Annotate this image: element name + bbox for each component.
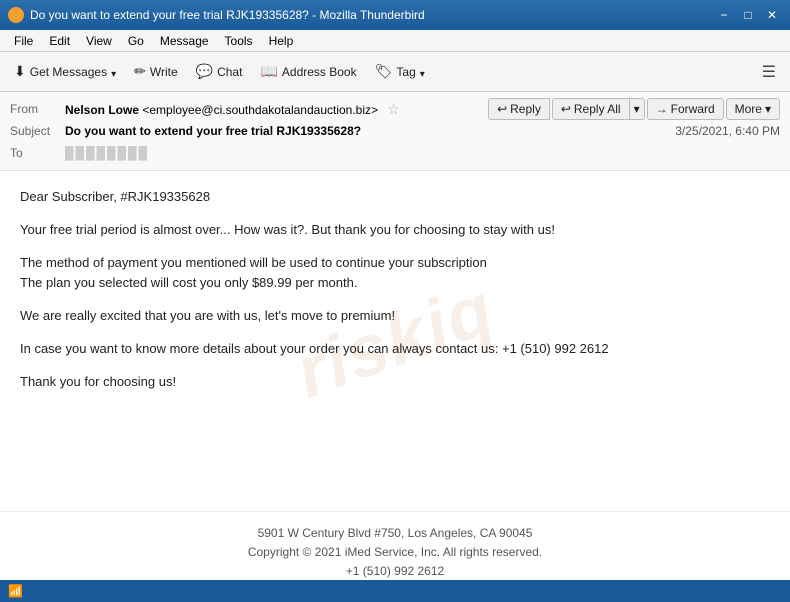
to-row: To ████████ xyxy=(10,142,780,164)
more-label: More xyxy=(735,102,762,116)
hamburger-menu-button[interactable]: ☰ xyxy=(754,58,784,86)
write-label: Write xyxy=(150,65,178,79)
star-icon[interactable]: ☆ xyxy=(387,101,400,117)
window-controls: − □ ✕ xyxy=(714,5,782,25)
email-line3: The plan you selected will cost you only… xyxy=(20,275,357,290)
tag-icon: 🏷 xyxy=(375,63,393,80)
forward-icon: → xyxy=(656,102,668,116)
email-header: From Nelson Lowe <employee@ci.southdakot… xyxy=(0,92,790,171)
to-label: To xyxy=(10,146,65,160)
chat-button[interactable]: 💬 Chat xyxy=(188,59,251,84)
email-actions: ↩ Reply ↩ Reply All ▾ → Forward More xyxy=(488,98,780,120)
reply-all-dropdown-button[interactable]: ▾ xyxy=(630,98,645,120)
email-line2-3: The method of payment you mentioned will… xyxy=(20,253,770,295)
tag-dropdown-icon xyxy=(420,64,425,80)
reply-all-label: Reply All xyxy=(574,102,621,116)
subject-label: Subject xyxy=(10,124,65,138)
subject-row: Subject Do you want to extend your free … xyxy=(10,120,780,142)
address-book-button[interactable]: 📖 Address Book xyxy=(252,59,364,84)
tag-button[interactable]: 🏷 Tag xyxy=(367,59,433,84)
reply-all-button[interactable]: ↩ Reply All xyxy=(552,98,630,120)
footer-phone: +1 (510) 992 2612 xyxy=(20,562,770,580)
email-line1: Your free trial period is almost over...… xyxy=(20,220,770,241)
reply-group: ↩ Reply xyxy=(488,98,550,120)
connection-icon: 📶 xyxy=(8,584,23,598)
from-name: Nelson Lowe xyxy=(65,103,139,117)
email-footer: 5901 W Century Blvd #750, Los Angeles, C… xyxy=(0,511,790,580)
menu-tools[interactable]: Tools xyxy=(217,32,261,50)
write-button[interactable]: ✏ Write xyxy=(126,59,186,84)
email-line2: The method of payment you mentioned will… xyxy=(20,255,487,270)
menu-message[interactable]: Message xyxy=(152,32,217,50)
footer-address: 5901 W Century Blvd #750, Los Angeles, C… xyxy=(20,524,770,543)
main-content: From Nelson Lowe <employee@ci.southdakot… xyxy=(0,92,790,580)
minimize-button[interactable]: − xyxy=(714,5,734,25)
forward-button[interactable]: → Forward xyxy=(647,98,724,120)
app-icon xyxy=(8,7,24,23)
more-dropdown-icon: ▾ xyxy=(765,102,771,116)
menu-help[interactable]: Help xyxy=(261,32,302,50)
chat-label: Chat xyxy=(217,65,242,79)
subject-value: Do you want to extend your free trial RJ… xyxy=(65,124,675,138)
reply-icon: ↩ xyxy=(497,102,507,116)
address-book-label: Address Book xyxy=(282,65,357,79)
get-messages-label: Get Messages xyxy=(30,65,107,79)
menu-view[interactable]: View xyxy=(78,32,120,50)
footer-copyright: Copyright © 2021 iMed Service, Inc. All … xyxy=(20,543,770,562)
from-value: Nelson Lowe <employee@ci.southdakotaland… xyxy=(65,101,488,118)
to-value: ████████ xyxy=(65,146,149,160)
from-row: From Nelson Lowe <employee@ci.southdakot… xyxy=(10,98,780,120)
email-line6: Thank you for choosing us! xyxy=(20,372,770,393)
menu-edit[interactable]: Edit xyxy=(41,32,78,50)
email-line4: We are really excited that you are with … xyxy=(20,306,770,327)
forward-label: Forward xyxy=(671,102,715,116)
reply-all-group: ↩ Reply All ▾ xyxy=(552,98,645,120)
close-button[interactable]: ✕ xyxy=(762,5,782,25)
more-button[interactable]: More ▾ xyxy=(726,98,780,120)
window-title: Do you want to extend your free trial RJ… xyxy=(30,8,714,22)
tag-label: Tag xyxy=(396,65,415,79)
title-bar: Do you want to extend your free trial RJ… xyxy=(0,0,790,30)
toolbar: ⬇ Get Messages ✏ Write 💬 Chat 📖 Address … xyxy=(0,52,790,92)
menu-go[interactable]: Go xyxy=(120,32,152,50)
reply-all-icon: ↩ xyxy=(561,102,571,116)
email-line5: In case you want to know more details ab… xyxy=(20,339,770,360)
menu-file[interactable]: File xyxy=(6,32,41,50)
reply-label: Reply xyxy=(510,102,541,116)
chat-icon: 💬 xyxy=(196,63,213,80)
from-email: <employee@ci.southdakotalandauction.biz> xyxy=(142,103,378,117)
get-messages-dropdown-icon xyxy=(111,64,116,80)
date-value: 3/25/2021, 6:40 PM xyxy=(675,124,780,138)
write-icon: ✏ xyxy=(134,63,146,80)
from-label: From xyxy=(10,102,65,116)
get-messages-icon: ⬇ xyxy=(14,63,26,80)
get-messages-button[interactable]: ⬇ Get Messages xyxy=(6,59,124,84)
email-body: riskiq Dear Subscriber, #RJK19335628 You… xyxy=(0,171,790,511)
status-bar: 📶 xyxy=(0,580,790,602)
menu-bar: File Edit View Go Message Tools Help xyxy=(0,30,790,52)
reply-button[interactable]: ↩ Reply xyxy=(488,98,550,120)
email-body-content: Dear Subscriber, #RJK19335628 Your free … xyxy=(20,187,770,393)
maximize-button[interactable]: □ xyxy=(738,5,758,25)
email-greeting: Dear Subscriber, #RJK19335628 xyxy=(20,187,770,208)
address-book-icon: 📖 xyxy=(260,63,277,80)
